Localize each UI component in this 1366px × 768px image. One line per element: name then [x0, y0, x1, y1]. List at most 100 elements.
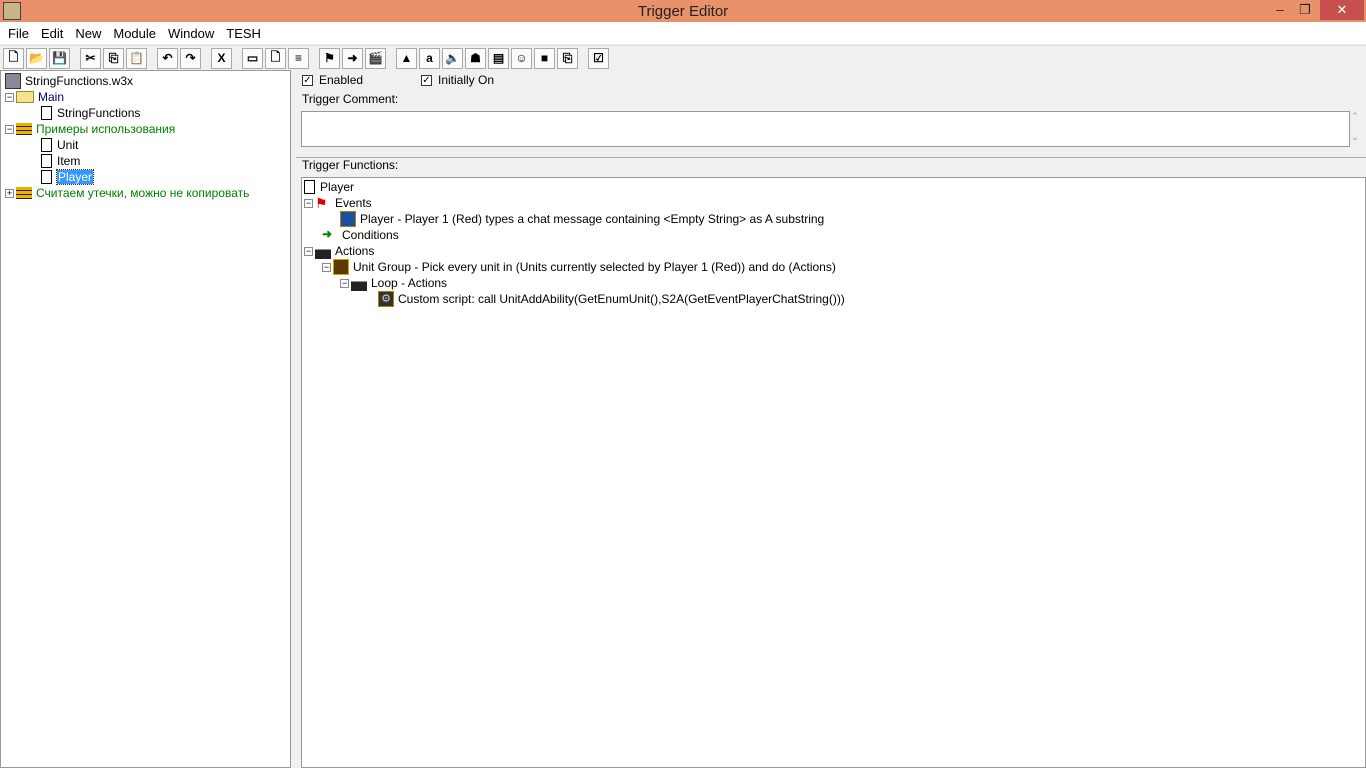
comment-textarea[interactable]: [301, 111, 1350, 147]
new-comment-button[interactable]: ≡: [288, 47, 309, 69]
minimize-button[interactable]: –: [1267, 0, 1293, 20]
comment-scrollbar[interactable]: ⌃ ⌄: [1348, 111, 1362, 147]
checkbox-box[interactable]: ✓: [421, 74, 432, 86]
object-manager-button[interactable]: ⎘: [557, 47, 578, 69]
trigger-item-selected[interactable]: Player: [5, 169, 249, 185]
events-label: Events: [335, 196, 372, 210]
script-item[interactable]: ⚙ Custom script: call UnitAddAbility(GetE…: [304, 291, 845, 307]
enabled-checkbox[interactable]: ✓ Enabled: [302, 73, 363, 87]
menu-new[interactable]: New: [69, 26, 107, 41]
initially-on-label: Initially On: [438, 73, 495, 87]
delete-button[interactable]: X: [211, 47, 232, 69]
event-item[interactable]: Player - Player 1 (Red) types a chat mes…: [304, 211, 845, 227]
test-map-button[interactable]: ☑: [588, 47, 609, 69]
restore-button[interactable]: ❐: [1292, 0, 1318, 20]
window-title: Trigger Editor: [637, 3, 729, 20]
cut-button[interactable]: ✂: [80, 47, 101, 69]
new-condition-button[interactable]: ➜: [342, 47, 363, 69]
trigger-doc-icon: [41, 106, 52, 120]
script-text: Custom script: call UnitAddAbility(GetEn…: [398, 292, 845, 306]
trigger-item[interactable]: StringFunctions: [5, 105, 249, 121]
collapse-icon[interactable]: −: [304, 198, 313, 208]
sound-editor-button[interactable]: 🔈: [442, 47, 463, 69]
clapper-icon: [351, 275, 367, 291]
new-condition-icon: ➜: [347, 51, 358, 65]
menu-tesh[interactable]: TESH: [220, 26, 267, 41]
collapse-icon[interactable]: −: [322, 262, 331, 272]
loop-actions-node[interactable]: − Loop - Actions: [304, 275, 845, 291]
object-editor-button[interactable]: ☗: [465, 47, 486, 69]
splitter[interactable]: [296, 148, 1366, 158]
collapse-icon[interactable]: −: [5, 92, 14, 102]
menu-module[interactable]: Module: [107, 26, 162, 41]
trigger-label: Item: [57, 154, 81, 168]
trigger-name: Player: [320, 180, 355, 194]
folder-icon: [16, 91, 34, 103]
campaign-editor-icon: ▤: [492, 51, 505, 65]
new-event-button[interactable]: ⚑: [319, 47, 340, 69]
tree-root[interactable]: StringFunctions.w3x: [5, 73, 249, 89]
condition-icon: ➜: [322, 227, 333, 241]
copy-icon: ⎘: [108, 50, 119, 65]
redo-button[interactable]: ↷: [180, 47, 201, 69]
campaign-editor-button[interactable]: ▤: [488, 47, 509, 69]
category-icon: [16, 187, 32, 199]
category-main[interactable]: − Main: [5, 89, 249, 105]
initially-on-checkbox[interactable]: ✓ Initially On: [421, 73, 494, 87]
trigger-label: Unit: [57, 138, 79, 152]
trigger-detail-panel: ✓ Enabled ✓ Initially On Trigger Comment: …: [296, 70, 1366, 768]
category-label: Main: [38, 90, 65, 104]
category-label: Примеры использования: [36, 122, 176, 136]
save-button[interactable]: 💾: [49, 47, 70, 69]
collapse-icon[interactable]: −: [340, 278, 349, 288]
functions-label: Trigger Functions:: [302, 158, 399, 172]
new-trigger-button[interactable]: 🗋: [265, 47, 286, 69]
trigger-doc-icon: [41, 138, 52, 152]
new-category-button[interactable]: ▭: [242, 47, 263, 69]
trigger-editor-button[interactable]: a: [419, 47, 440, 69]
copy-button[interactable]: ⎘: [103, 47, 124, 69]
new-category-icon: ▭: [246, 51, 259, 65]
action-item[interactable]: − Unit Group - Pick every unit in (Units …: [304, 259, 845, 275]
collapse-icon[interactable]: −: [304, 246, 313, 256]
new-action-button[interactable]: 🎬: [365, 47, 386, 69]
expand-icon[interactable]: +: [5, 188, 14, 198]
trigger-tree: StringFunctions.w3x − Main StringFunction…: [5, 73, 249, 201]
checkbox-box[interactable]: ✓: [302, 74, 313, 86]
new-event-icon: ⚑: [324, 51, 335, 65]
trigger-label: StringFunctions: [57, 106, 141, 120]
close-button[interactable]: ✕: [1320, 0, 1364, 20]
trigger-tree-panel: StringFunctions.w3x − Main StringFunction…: [0, 70, 291, 768]
trigger-item[interactable]: Item: [5, 153, 249, 169]
events-node[interactable]: − ⚑ Events: [304, 195, 845, 211]
toolbar: 🗋 📂 💾 ✂ ⎘ 📋 ↶ ↷ X ▭ 🗋 ≡ ⚑ ➜ 🎬 ▲ a 🔈 ☗ ▤ ☺ ■ ⎘ ☑: [0, 45, 1366, 70]
undo-icon: ↶: [162, 51, 173, 65]
object-editor-icon: ☗: [470, 51, 481, 65]
object-manager-icon: ⎘: [562, 50, 573, 65]
new-button[interactable]: 🗋: [3, 47, 24, 69]
menu-window[interactable]: Window: [162, 26, 220, 41]
category-examples[interactable]: − Примеры использования: [5, 121, 249, 137]
tree-root-label: StringFunctions.w3x: [25, 74, 134, 88]
conditions-node[interactable]: ➜ Conditions: [304, 227, 845, 243]
menu-edit[interactable]: Edit: [35, 26, 69, 41]
player-event-icon: [340, 211, 356, 227]
terrain-editor-button[interactable]: ▲: [396, 47, 417, 69]
new-comment-icon: ≡: [294, 51, 302, 65]
category-icon: [16, 123, 32, 135]
undo-button[interactable]: ↶: [157, 47, 178, 69]
open-button[interactable]: 📂: [26, 47, 47, 69]
import-manager-button[interactable]: ■: [534, 47, 555, 69]
menu-file[interactable]: File: [2, 26, 35, 41]
trigger-item[interactable]: Unit: [5, 137, 249, 153]
paste-button[interactable]: 📋: [126, 47, 147, 69]
function-root[interactable]: Player: [304, 179, 845, 195]
map-icon: [5, 73, 21, 89]
menu-bar: File Edit New Module Window TESH: [0, 22, 1366, 44]
actions-label: Actions: [335, 244, 375, 258]
actions-node[interactable]: − Actions: [304, 243, 845, 259]
new-icon: 🗋: [8, 49, 19, 64]
collapse-icon[interactable]: −: [5, 124, 14, 134]
category-leaks[interactable]: + Считаем утечки, можно не копировать: [5, 185, 249, 201]
ai-editor-button[interactable]: ☺: [511, 47, 532, 69]
